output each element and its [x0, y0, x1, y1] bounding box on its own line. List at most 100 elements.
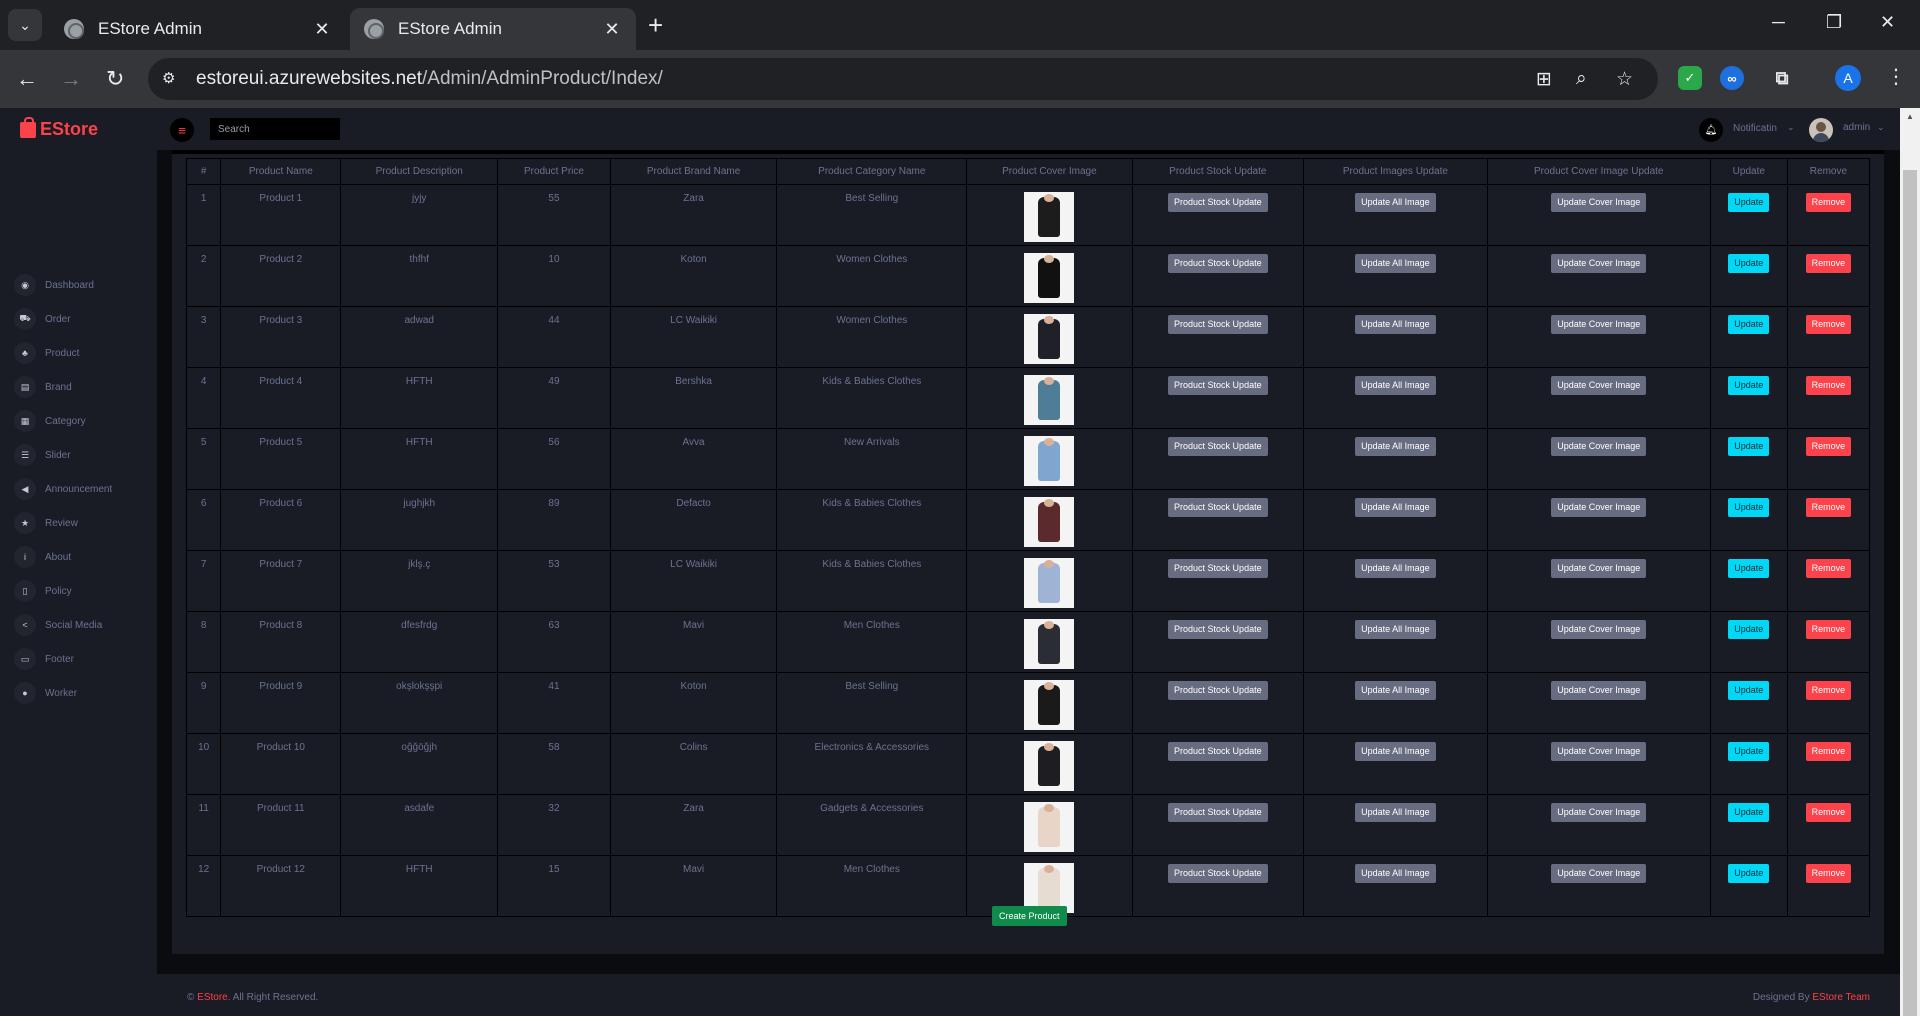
update-cover-image-button[interactable]: Update Cover Image — [1551, 376, 1647, 395]
update-button[interactable]: Update — [1728, 742, 1770, 761]
update-cover-image-button[interactable]: Update Cover Image — [1551, 620, 1647, 639]
product-stock-update-button[interactable]: Product Stock Update — [1168, 803, 1268, 822]
page-scrollbar[interactable]: ▲ — [1900, 108, 1920, 1016]
chevron-down-icon[interactable]: ⌄ — [1877, 122, 1885, 133]
browser-tab-1[interactable]: EStore Admin ✕ — [50, 8, 346, 50]
close-tab-icon[interactable]: ✕ — [602, 19, 622, 40]
sidebar-item-policy[interactable]: ▯ Policy — [14, 574, 154, 608]
notification-label[interactable]: Notificatin — [1733, 123, 1777, 134]
update-button[interactable]: Update — [1728, 498, 1770, 517]
create-product-button[interactable]: Create Product — [992, 906, 1067, 926]
update-cover-image-button[interactable]: Update Cover Image — [1551, 437, 1647, 456]
url-text[interactable]: estoreui.azurewebsites.net/Admin/AdminPr… — [196, 68, 663, 90]
browser-menu-icon[interactable]: ⋮ — [1886, 64, 1906, 89]
browser-tab-2[interactable]: EStore Admin ✕ — [350, 8, 636, 50]
scroll-up-icon[interactable]: ▲ — [1900, 108, 1920, 126]
remove-button[interactable]: Remove — [1805, 681, 1852, 700]
update-button[interactable]: Update — [1728, 559, 1770, 578]
product-stock-update-button[interactable]: Product Stock Update — [1168, 559, 1268, 578]
update-all-image-button[interactable]: Update All Image — [1355, 803, 1436, 822]
update-button[interactable]: Update — [1728, 864, 1770, 883]
update-cover-image-button[interactable]: Update Cover Image — [1551, 315, 1647, 334]
update-all-image-button[interactable]: Update All Image — [1355, 559, 1436, 578]
product-stock-update-button[interactable]: Product Stock Update — [1168, 864, 1268, 883]
sidebar-item-dashboard[interactable]: ◉ Dashboard — [14, 268, 154, 302]
remove-button[interactable]: Remove — [1805, 742, 1852, 761]
sidebar-item-announcement[interactable]: ◀ Announcement — [14, 472, 154, 506]
remove-button[interactable]: Remove — [1805, 559, 1852, 578]
zoom-icon[interactable]: ⌕ — [1576, 68, 1587, 90]
update-cover-image-button[interactable]: Update Cover Image — [1551, 681, 1647, 700]
extensions-puzzle-icon[interactable]: ⧉ — [1770, 66, 1794, 90]
profile-avatar[interactable]: A — [1835, 65, 1861, 91]
remove-button[interactable]: Remove — [1805, 315, 1852, 334]
close-tab-icon[interactable]: ✕ — [312, 19, 332, 40]
chevron-down-icon[interactable]: ⌄ — [1787, 122, 1795, 133]
remove-button[interactable]: Remove — [1805, 376, 1852, 395]
update-all-image-button[interactable]: Update All Image — [1355, 864, 1436, 883]
update-all-image-button[interactable]: Update All Image — [1355, 498, 1436, 517]
update-all-image-button[interactable]: Update All Image — [1355, 254, 1436, 273]
sidebar-item-product[interactable]: ♣ Product — [14, 336, 154, 370]
menu-toggle-icon[interactable]: ≡ — [170, 118, 194, 142]
update-button[interactable]: Update — [1728, 254, 1770, 273]
remove-button[interactable]: Remove — [1805, 864, 1852, 883]
product-stock-update-button[interactable]: Product Stock Update — [1168, 193, 1268, 212]
sidebar-item-footer[interactable]: ▭ Footer — [14, 642, 154, 676]
update-cover-image-button[interactable]: Update Cover Image — [1551, 559, 1647, 578]
product-stock-update-button[interactable]: Product Stock Update — [1168, 620, 1268, 639]
address-bar[interactable]: ⚙ estoreui.azurewebsites.net/Admin/Admin… — [148, 58, 1658, 100]
back-icon[interactable]: ← — [16, 66, 38, 92]
sidebar-item-category[interactable]: ▦ Category — [14, 404, 154, 438]
shield-extension-icon[interactable]: ✓ — [1678, 66, 1702, 90]
sidebar-item-order[interactable]: ⛟ Order — [14, 302, 154, 336]
update-button[interactable]: Update — [1728, 681, 1770, 700]
update-cover-image-button[interactable]: Update Cover Image — [1551, 254, 1647, 273]
product-stock-update-button[interactable]: Product Stock Update — [1168, 315, 1268, 334]
sidebar-item-slider[interactable]: ☰ Slider — [14, 438, 154, 472]
product-stock-update-button[interactable]: Product Stock Update — [1168, 437, 1268, 456]
avatar[interactable] — [1809, 118, 1833, 142]
product-stock-update-button[interactable]: Product Stock Update — [1168, 254, 1268, 273]
update-cover-image-button[interactable]: Update Cover Image — [1551, 498, 1647, 517]
update-all-image-button[interactable]: Update All Image — [1355, 193, 1436, 212]
restore-icon[interactable]: ❐ — [1826, 12, 1842, 33]
bookmark-star-icon[interactable]: ☆ — [1616, 68, 1633, 91]
update-all-image-button[interactable]: Update All Image — [1355, 620, 1436, 639]
update-button[interactable]: Update — [1728, 315, 1770, 334]
remove-button[interactable]: Remove — [1805, 498, 1852, 517]
window-close-icon[interactable]: ✕ — [1880, 12, 1895, 33]
sidebar-item-social-media[interactable]: < Social Media — [14, 608, 154, 642]
sidebar-item-about[interactable]: i About — [14, 540, 154, 574]
bell-icon[interactable]: 🔔︎ — [1699, 118, 1723, 142]
update-button[interactable]: Update — [1728, 193, 1770, 212]
reload-icon[interactable]: ↻ — [106, 66, 124, 92]
product-stock-update-button[interactable]: Product Stock Update — [1168, 742, 1268, 761]
update-all-image-button[interactable]: Update All Image — [1355, 681, 1436, 700]
sidebar-item-brand[interactable]: ▤ Brand — [14, 370, 154, 404]
minimize-icon[interactable]: ─ — [1772, 12, 1785, 33]
footer-brand-link[interactable]: EStore — [197, 992, 228, 1003]
search-input[interactable] — [210, 118, 340, 140]
sidebar-item-review[interactable]: ★ Review — [14, 506, 154, 540]
product-stock-update-button[interactable]: Product Stock Update — [1168, 376, 1268, 395]
update-all-image-button[interactable]: Update All Image — [1355, 315, 1436, 334]
user-label[interactable]: admin — [1843, 122, 1870, 133]
new-tab-icon[interactable]: + — [648, 12, 663, 38]
remove-button[interactable]: Remove — [1805, 437, 1852, 456]
update-all-image-button[interactable]: Update All Image — [1355, 437, 1436, 456]
update-cover-image-button[interactable]: Update Cover Image — [1551, 742, 1647, 761]
update-cover-image-button[interactable]: Update Cover Image — [1551, 193, 1647, 212]
scrollbar-thumb[interactable] — [1903, 170, 1917, 1016]
update-cover-image-button[interactable]: Update Cover Image — [1551, 803, 1647, 822]
update-button[interactable]: Update — [1728, 437, 1770, 456]
brand-logo[interactable]: EStore — [20, 116, 98, 140]
update-all-image-button[interactable]: Update All Image — [1355, 742, 1436, 761]
update-cover-image-button[interactable]: Update Cover Image — [1551, 864, 1647, 883]
remove-button[interactable]: Remove — [1805, 620, 1852, 639]
update-button[interactable]: Update — [1728, 803, 1770, 822]
update-all-image-button[interactable]: Update All Image — [1355, 376, 1436, 395]
remove-button[interactable]: Remove — [1805, 803, 1852, 822]
tab-search-chevron-icon[interactable]: ⌄ — [8, 9, 42, 41]
remove-button[interactable]: Remove — [1805, 193, 1852, 212]
